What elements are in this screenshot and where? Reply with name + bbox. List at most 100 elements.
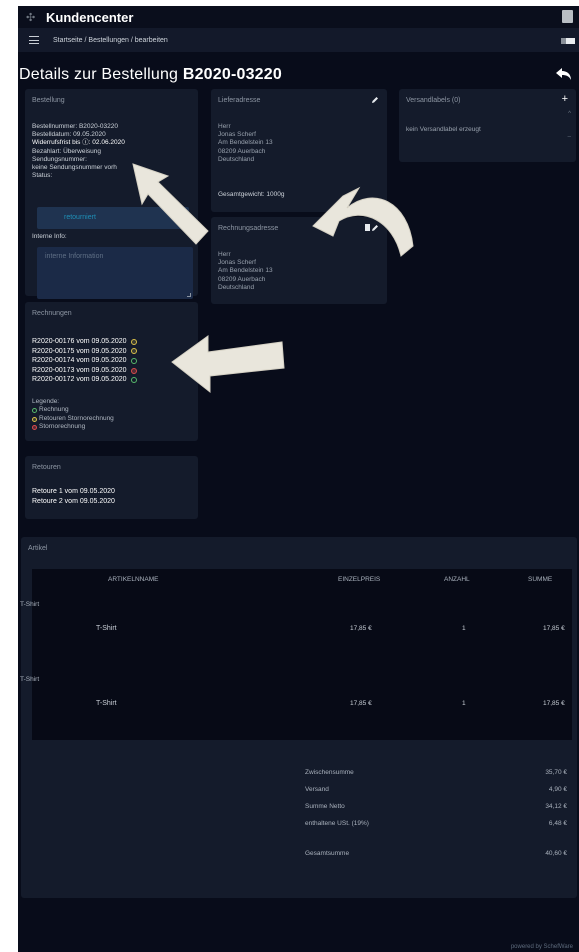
delivery-line: Herr bbox=[218, 123, 231, 130]
resize-handle[interactable] bbox=[187, 293, 191, 297]
returns-list: Retoure 1 vom 09.05.2020 Retoure 2 vom 0… bbox=[32, 487, 115, 506]
withdrawal-line: Widerrufsfrist bis ⓘ: 02.06.2020 bbox=[32, 139, 125, 147]
delivery-line: 08209 Auerbach bbox=[218, 147, 266, 155]
vat-value: 6,48 € bbox=[548, 820, 567, 827]
labels-card-title: Versandlabels (0) bbox=[406, 97, 461, 104]
back-arrow-icon[interactable] bbox=[555, 66, 573, 82]
scroll-down-icon[interactable]: _ bbox=[568, 131, 571, 137]
billing-card-title: Rechnungsadresse bbox=[218, 225, 279, 232]
legend-text: Stornorechnung bbox=[39, 423, 86, 431]
net-sum-value: 34,12 € bbox=[545, 803, 567, 810]
article-quantity: 1 bbox=[462, 625, 466, 632]
return-credit-icon bbox=[130, 348, 137, 355]
legend-text: Retouren Stornorechnung bbox=[39, 414, 114, 422]
breadcrumb-bar: Startseite / Bestellungen / bearbeiten bbox=[18, 28, 579, 52]
article-quantity: 1 bbox=[462, 700, 466, 707]
invoices-card-title: Rechnungen bbox=[32, 310, 72, 317]
legend-item: Rechnung bbox=[32, 406, 114, 414]
grand-total-value: 40,60 € bbox=[545, 850, 567, 857]
vat-label: enthaltene USt. (19%) bbox=[305, 820, 369, 827]
delivery-line: Am Bendelstein 13 bbox=[218, 139, 273, 147]
articles-card: Artikel ARTIKELNNAME EINZELPREIS ANZAHL … bbox=[20, 537, 577, 898]
billing-line: 08209 Auerbach bbox=[218, 275, 266, 283]
annotation-arrow-icon bbox=[312, 186, 414, 257]
order-number-title: B2020-03220 bbox=[182, 66, 282, 83]
article-unit-price: 17,85 € bbox=[350, 700, 372, 707]
delivery-line: Jonas Scherf bbox=[218, 131, 256, 139]
delivery-card-title: Lieferadresse bbox=[218, 97, 261, 104]
shipping-value: 4,90 € bbox=[548, 786, 567, 793]
breadcrumb[interactable]: Startseite / Bestellungen / bearbeiten bbox=[53, 37, 168, 44]
billing-line: Herr bbox=[218, 251, 231, 258]
invoice-check-icon bbox=[130, 357, 137, 364]
net-sum-label: Summe Netto bbox=[305, 803, 345, 810]
invoice-item[interactable]: R2020-00172 vom 09.05.2020 bbox=[32, 375, 137, 385]
articles-card-title: Artikel bbox=[28, 545, 48, 552]
invoice-list: R2020-00176 vom 09.05.2020 R2020-00175 v… bbox=[32, 337, 137, 385]
legend-title: Legende: bbox=[32, 398, 60, 405]
app-title: Kundencenter bbox=[46, 9, 134, 25]
delivery-address: Herr Jonas Scherf Am Bendelstein 13 0820… bbox=[218, 123, 273, 164]
invoice-link[interactable]: R2020-00172 vom 09.05.2020 bbox=[32, 375, 127, 385]
invoice-link[interactable]: R2020-00174 vom 09.05.2020 bbox=[32, 356, 127, 366]
article-sum: 17,85 € bbox=[543, 625, 565, 632]
invoice-link[interactable]: R2020-00173 vom 09.05.2020 bbox=[32, 366, 127, 376]
billing-line: Deutschland bbox=[218, 283, 255, 291]
invoice-item[interactable]: R2020-00174 vom 09.05.2020 bbox=[32, 356, 137, 366]
labels-empty-text: kein Versandlabel erzeugt bbox=[406, 126, 481, 133]
cancel-invoice-icon bbox=[130, 367, 137, 374]
article-group-label: T-Shirt bbox=[20, 601, 40, 608]
theme-toggle[interactable] bbox=[561, 38, 575, 44]
return-credit-icon bbox=[32, 416, 37, 422]
status-label: Status: bbox=[32, 172, 53, 180]
order-card-title: Bestellung bbox=[32, 97, 65, 104]
top-bar: ✣ Kundencenter bbox=[18, 6, 579, 28]
user-icon[interactable] bbox=[562, 10, 573, 23]
invoice-link[interactable]: R2020-00175 vom 09.05.2020 bbox=[32, 347, 127, 357]
notes-placeholder: interne Information bbox=[45, 253, 104, 260]
shipping-labels-card: Versandlabels (0) + kein Versandlabel er… bbox=[399, 89, 576, 162]
invoice-legend: Legende: Rechnung Retouren Stornorechnun… bbox=[32, 398, 114, 432]
invoice-check-icon bbox=[32, 408, 37, 414]
col-header-quantity: ANZAHL bbox=[444, 576, 470, 583]
scroll-up-icon[interactable]: ^ bbox=[568, 111, 571, 117]
article-sum: 17,85 € bbox=[543, 700, 565, 707]
article-name: T-Shirt bbox=[96, 700, 117, 707]
annotation-arrow-icon bbox=[132, 163, 209, 245]
col-header-unit-price: EINZELPREIS bbox=[338, 576, 381, 583]
page-title: Details zur Bestellung B2020-03220 bbox=[19, 66, 282, 84]
grand-total-label: Gesamtsumme bbox=[305, 850, 350, 857]
article-unit-price: 17,85 € bbox=[350, 625, 372, 632]
payment-line: Bezahlart: Überweisung bbox=[32, 147, 102, 155]
invoice-item[interactable]: R2020-00176 vom 09.05.2020 bbox=[32, 337, 137, 347]
return-link[interactable]: Retoure 1 vom 09.05.2020 bbox=[32, 487, 115, 497]
notes-label: Interne Info: bbox=[32, 233, 67, 240]
annotation-arrow-icon bbox=[171, 335, 285, 394]
col-header-name: ARTIKELNNAME bbox=[108, 576, 159, 583]
legend-item: Retouren Stornorechnung bbox=[32, 415, 114, 423]
invoice-link[interactable]: R2020-00176 vom 09.05.2020 bbox=[32, 337, 127, 347]
tracking-value: keine Sendungsnummer vorh bbox=[32, 164, 117, 172]
menu-icon[interactable] bbox=[29, 36, 39, 44]
billing-address: Herr Jonas Scherf Am Bendelstein 13 0820… bbox=[218, 251, 273, 292]
cancel-invoice-icon bbox=[32, 424, 37, 430]
tracking-label: Sendungsnummer: bbox=[32, 155, 87, 163]
billing-line: Jonas Scherf bbox=[218, 259, 256, 267]
legend-text: Rechnung bbox=[39, 406, 69, 414]
delivery-line: Deutschland bbox=[218, 155, 255, 163]
returns-card: Retouren Retoure 1 vom 09.05.2020 Retour… bbox=[25, 456, 198, 519]
subtotal-value: 35,70 € bbox=[545, 769, 567, 776]
invoice-item[interactable]: R2020-00175 vom 09.05.2020 bbox=[32, 347, 137, 357]
invoice-check-icon bbox=[130, 377, 137, 384]
article-name: T-Shirt bbox=[96, 625, 117, 632]
returns-card-title: Retouren bbox=[32, 464, 61, 471]
add-label-icon[interactable]: + bbox=[562, 93, 568, 105]
edit-delivery-icon[interactable] bbox=[371, 96, 379, 104]
article-group-label: T-Shirt bbox=[20, 676, 40, 683]
return-link[interactable]: Retoure 2 vom 09.05.2020 bbox=[32, 497, 115, 507]
invoice-item[interactable]: R2020-00173 vom 09.05.2020 bbox=[32, 366, 137, 376]
billing-line: Am Bendelstein 13 bbox=[218, 267, 273, 275]
legend-item: Stornorechnung bbox=[32, 423, 114, 431]
subtotal-label: Zwischensumme bbox=[305, 769, 354, 776]
shipping-label: Versand bbox=[305, 786, 329, 793]
